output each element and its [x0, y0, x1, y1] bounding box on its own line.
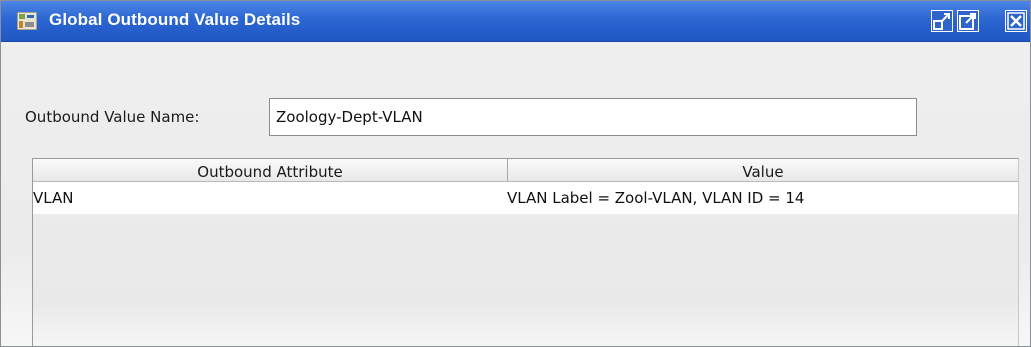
restore-icon[interactable] — [931, 10, 953, 32]
cell-attribute: VLAN — [33, 189, 74, 207]
title-bar[interactable]: Global Outbound Value Details — [1, 1, 1030, 42]
app-icon — [17, 12, 37, 30]
maximize-icon[interactable] — [957, 10, 979, 32]
details-window: Global Outbound Value Details Outbound V… — [0, 0, 1031, 347]
window-title: Global Outbound Value Details — [49, 10, 301, 29]
column-header-outbound-attribute[interactable]: Outbound Attribute — [33, 159, 508, 181]
table-header: Outbound Attribute Value — [33, 159, 1018, 182]
cell-value: VLAN Label = Zool-VLAN, VLAN ID = 14 — [507, 189, 805, 207]
outbound-value-name-label: Outbound Value Name: — [25, 108, 200, 126]
column-header-value[interactable]: Value — [508, 159, 1018, 181]
close-icon[interactable] — [1005, 10, 1027, 32]
outbound-value-name-input[interactable] — [269, 98, 917, 136]
table-row[interactable]: VLAN VLAN Label = Zool-VLAN, VLAN ID = 1… — [33, 182, 1018, 214]
outbound-attributes-table: Outbound Attribute Value VLAN VLAN Label… — [32, 158, 1019, 346]
